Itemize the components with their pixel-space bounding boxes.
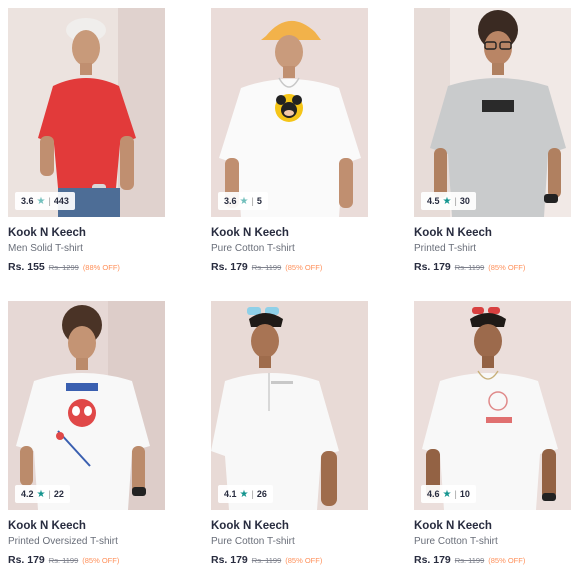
- rating-badge: 3.6 ★ | 443: [15, 192, 75, 210]
- product-price: Rs. 179: [414, 261, 451, 273]
- product-card[interactable]: 4.6 ★ | 10 Kook N Keech Pure Cotton T-sh…: [414, 301, 571, 566]
- price-row: Rs. 179 Rs. 1199 (85% OFF): [211, 554, 368, 566]
- product-price: Rs. 179: [8, 554, 45, 566]
- rating-badge: 4.1 ★ | 26: [218, 485, 273, 503]
- product-brand: Kook N Keech: [211, 520, 289, 532]
- product-image[interactable]: 3.6 ★ | 5: [211, 8, 368, 217]
- product-card[interactable]: 4.2 ★ | 22 Kook N Keech Printed Oversize…: [8, 301, 165, 566]
- rating-value: 4.5: [427, 196, 440, 206]
- rating-separator: |: [454, 489, 457, 499]
- product-description: Printed T-shirt: [414, 243, 477, 254]
- price-row: Rs. 179 Rs. 1199 (85% OFF): [8, 554, 165, 566]
- product-description: Pure Cotton T-shirt: [211, 243, 295, 254]
- product-description: Pure Cotton T-shirt: [414, 536, 498, 547]
- product-discount: (85% OFF): [488, 556, 526, 565]
- price-row: Rs. 179 Rs. 1199 (85% OFF): [414, 261, 571, 273]
- product-image[interactable]: 4.2 ★ | 22: [8, 301, 165, 510]
- product-discount: (85% OFF): [488, 263, 526, 272]
- product-image[interactable]: 4.5 ★ | 30: [414, 8, 571, 217]
- product-mrp: Rs. 1199: [454, 556, 485, 565]
- rating-count: 22: [53, 489, 64, 499]
- rating-count: 26: [256, 489, 267, 499]
- product-description: Printed Oversized T-shirt: [8, 536, 118, 547]
- rating-separator: |: [454, 196, 457, 206]
- product-mrp: Rs. 1199: [454, 263, 485, 272]
- product-brand: Kook N Keech: [414, 227, 492, 239]
- product-card[interactable]: 3.6 ★ | 443 Kook N Keech Men Solid T-shi…: [8, 8, 165, 273]
- product-card[interactable]: 4.5 ★ | 30 Kook N Keech Printed T-shirt …: [414, 8, 571, 273]
- product-mrp: Rs. 1199: [48, 556, 79, 565]
- product-mrp: Rs. 1199: [251, 263, 282, 272]
- product-discount: (85% OFF): [285, 263, 323, 272]
- product-brand: Kook N Keech: [414, 520, 492, 532]
- rating-badge: 4.2 ★ | 22: [15, 485, 70, 503]
- product-price: Rs. 179: [211, 261, 248, 273]
- star-icon: ★: [239, 195, 249, 207]
- rating-value: 4.6: [427, 489, 440, 499]
- rating-badge: 3.6 ★ | 5: [218, 192, 268, 210]
- rating-value: 4.1: [224, 489, 237, 499]
- rating-value: 3.6: [21, 196, 34, 206]
- rating-value: 4.2: [21, 489, 34, 499]
- rating-badge: 4.6 ★ | 10: [421, 485, 476, 503]
- product-price: Rs. 179: [211, 554, 248, 566]
- product-image[interactable]: 4.1 ★ | 26: [211, 301, 368, 510]
- product-description: Pure Cotton T-shirt: [211, 536, 295, 547]
- product-image[interactable]: 4.6 ★ | 10: [414, 301, 571, 510]
- rating-separator: |: [251, 489, 254, 499]
- star-icon: ★: [36, 195, 46, 207]
- rating-count: 10: [459, 489, 470, 499]
- rating-separator: |: [48, 489, 51, 499]
- rating-separator: |: [48, 196, 51, 206]
- price-row: Rs. 155 Rs. 1299 (88% OFF): [8, 261, 165, 273]
- product-description: Men Solid T-shirt: [8, 243, 83, 254]
- rating-count: 30: [459, 196, 470, 206]
- product-grid: 3.6 ★ | 443 Kook N Keech Men Solid T-shi…: [0, 0, 582, 570]
- star-icon: ★: [442, 488, 452, 500]
- star-icon: ★: [442, 195, 452, 207]
- product-image[interactable]: 3.6 ★ | 443: [8, 8, 165, 217]
- product-price: Rs. 155: [8, 261, 45, 273]
- rating-value: 3.6: [224, 196, 237, 206]
- rating-badge: 4.5 ★ | 30: [421, 192, 476, 210]
- product-brand: Kook N Keech: [8, 227, 86, 239]
- product-brand: Kook N Keech: [211, 227, 289, 239]
- rating-count: 443: [53, 196, 69, 206]
- star-icon: ★: [239, 488, 249, 500]
- price-row: Rs. 179 Rs. 1199 (85% OFF): [414, 554, 571, 566]
- product-mrp: Rs. 1299: [48, 263, 79, 272]
- product-mrp: Rs. 1199: [251, 556, 282, 565]
- product-discount: (85% OFF): [82, 556, 120, 565]
- star-icon: ★: [36, 488, 46, 500]
- product-discount: (88% OFF): [82, 263, 120, 272]
- product-card[interactable]: 3.6 ★ | 5 Kook N Keech Pure Cotton T-shi…: [211, 8, 368, 273]
- product-card[interactable]: 4.1 ★ | 26 Kook N Keech Pure Cotton T-sh…: [211, 301, 368, 566]
- rating-count: 5: [256, 196, 262, 206]
- product-brand: Kook N Keech: [8, 520, 86, 532]
- price-row: Rs. 179 Rs. 1199 (85% OFF): [211, 261, 368, 273]
- product-discount: (85% OFF): [285, 556, 323, 565]
- product-price: Rs. 179: [414, 554, 451, 566]
- rating-separator: |: [251, 196, 254, 206]
